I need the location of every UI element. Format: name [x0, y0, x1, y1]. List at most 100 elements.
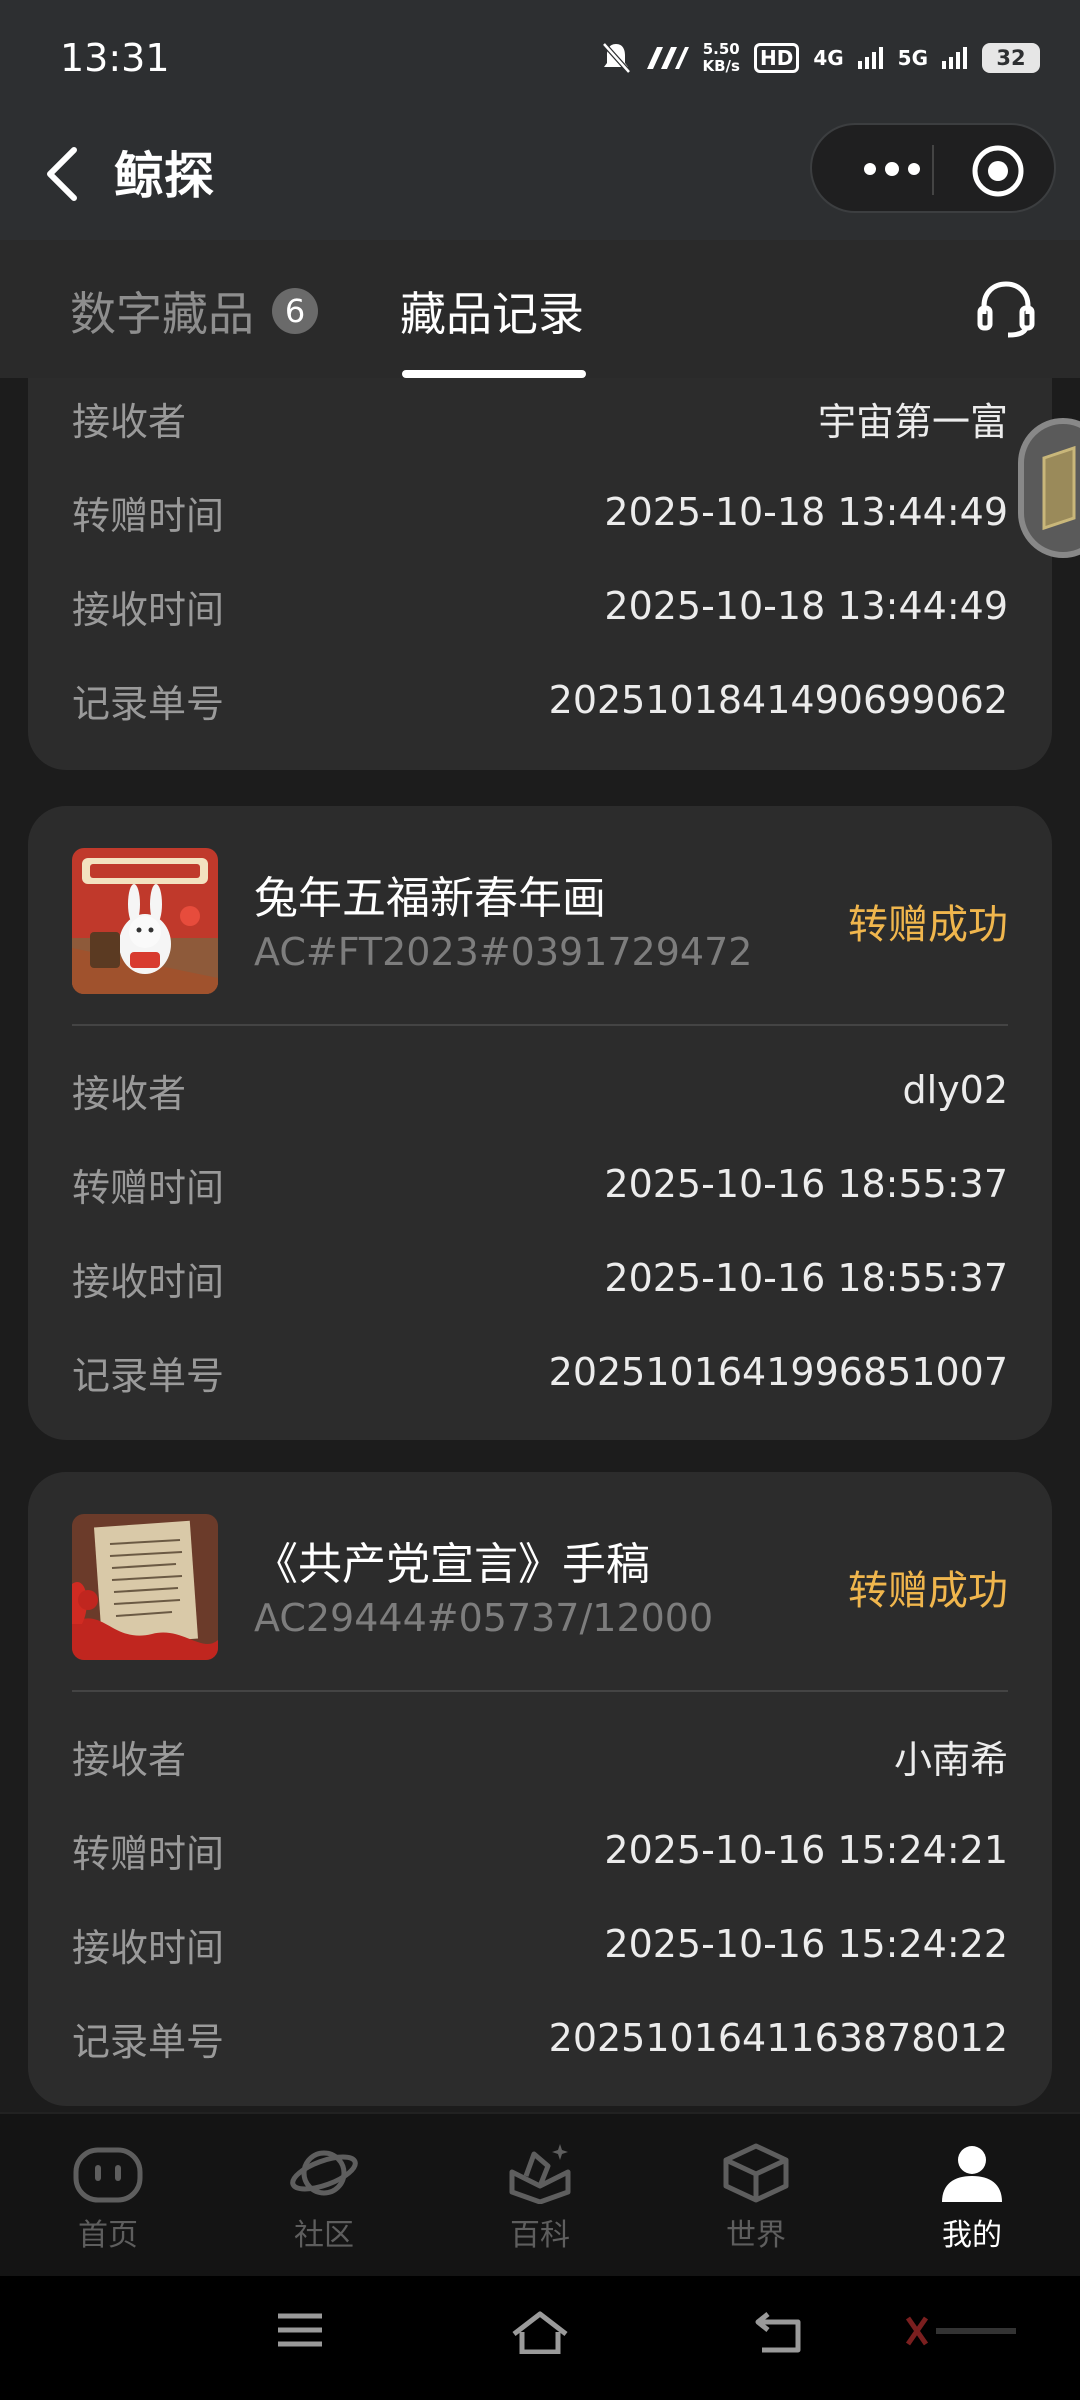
receive-time-row: 接收时间 2025-10-18 13:44:49 [72, 576, 1008, 636]
system-nav-bar [0, 2276, 1080, 2400]
floating-side-button[interactable] [1018, 418, 1080, 558]
row-value: 2025-10-18 13:44:49 [604, 490, 1008, 534]
tab-profile-label: 我的 [942, 2218, 1002, 2253]
mini-program-capsule [810, 123, 1056, 213]
tab-digital-collections-label: 数字藏品 [70, 287, 254, 341]
collection-thumbnail [72, 1514, 218, 1660]
transfer-status: 转赠成功 [848, 1568, 1008, 1614]
bottom-tab-bar: 首页 社区 百科 世界 我的 [0, 2112, 1080, 2276]
back-icon[interactable] [754, 2310, 804, 2354]
tab-encyclopedia[interactable]: 百科 [470, 2142, 610, 2254]
close-target-icon[interactable] [970, 143, 1026, 199]
row-key: 接收时间 [72, 1925, 225, 1970]
book-sparkle-icon [509, 2144, 571, 2204]
gift-time-row: 转赠时间 2025-10-18 13:44:49 [72, 482, 1008, 542]
customer-service-icon[interactable] [976, 280, 1036, 338]
tab-profile[interactable]: 我的 [902, 2142, 1042, 2254]
row-value: 2025-10-16 18:55:37 [604, 1162, 1008, 1206]
row-key: 接收者 [72, 399, 187, 444]
row-value: 2025101641996851007 [548, 1350, 1008, 1394]
row-key: 记录单号 [72, 1353, 225, 1398]
network-5g-icon: 5G [897, 46, 928, 70]
row-key: 转赠时间 [72, 1165, 225, 1210]
row-key: 接收时间 [72, 1259, 225, 1304]
tab-digital-collections[interactable]: 数字藏品 6 [70, 278, 318, 344]
home-icon[interactable] [510, 2310, 570, 2354]
row-key: 接收者 [72, 1737, 187, 1782]
divider [72, 1024, 1008, 1026]
record-number-row: 记录单号 2025101841490699062 [72, 670, 1008, 730]
receiver-row: 接收者 宇宙第一富 [72, 388, 1008, 448]
active-tab-indicator [402, 370, 586, 378]
network-speed: 5.50 KB/s [703, 41, 740, 75]
row-value: 宇宙第一富 [817, 399, 1008, 444]
tab-community[interactable]: 社区 [254, 2142, 394, 2254]
rabbit-new-year-picture [72, 848, 218, 994]
records-list[interactable]: 接收者 宇宙第一富 转赠时间 2025-10-18 13:44:49 接收时间 … [0, 378, 1080, 2112]
receive-time-row: 接收时间 2025-10-16 18:55:37 [72, 1248, 1008, 1308]
collection-name: 《共产党宣言》手稿 [254, 1539, 650, 1590]
tab-world[interactable]: 世界 [686, 2142, 826, 2254]
tabs-bar: 数字藏品 6 藏品记录 [0, 240, 1080, 378]
collection-header: 兔年五福新春年画 AC#FT2023#0391729472 转赠成功 [72, 848, 1008, 994]
record-card[interactable]: 兔年五福新春年画 AC#FT2023#0391729472 转赠成功 接收者 d… [28, 806, 1052, 1440]
signal-icon [857, 47, 883, 69]
watermark-logo-icon [905, 2316, 1016, 2346]
gift-time-row: 转赠时间 2025-10-16 15:24:21 [72, 1820, 1008, 1880]
row-value: 2025-10-16 15:24:21 [604, 1828, 1008, 1872]
status-bar: 13:31 5.50 KB/s HD 4G 5G 32 [0, 0, 1080, 118]
speed-value: 5.50 [702, 40, 740, 58]
divider [72, 1690, 1008, 1692]
back-arrow-icon[interactable] [38, 142, 88, 206]
row-value: 2025-10-18 13:44:49 [604, 584, 1008, 628]
collection-code: AC29444#05737/12000 [254, 1596, 714, 1640]
row-key: 转赠时间 [72, 1831, 225, 1876]
receive-time-row: 接收时间 2025-10-16 15:24:22 [72, 1914, 1008, 1974]
row-key: 记录单号 [72, 2019, 225, 2064]
collection-header: 《共产党宣言》手稿 AC29444#05737/12000 转赠成功 [72, 1514, 1008, 1660]
row-key: 记录单号 [72, 681, 225, 726]
network-4g-icon: 4G [813, 46, 844, 70]
status-time: 13:31 [60, 36, 170, 80]
row-value: 2025101841490699062 [548, 678, 1008, 722]
row-value: 2025101641163878012 [548, 2016, 1008, 2060]
row-key: 接收者 [72, 1071, 187, 1116]
person-icon [942, 2146, 1002, 2202]
record-number-row: 记录单号 2025101641996851007 [72, 1342, 1008, 1402]
nav-bar: 鲸探 [0, 118, 1080, 240]
record-number-row: 记录单号 2025101641163878012 [72, 2008, 1008, 2068]
collection-thumbnail [72, 848, 218, 994]
cube-icon [723, 2143, 789, 2203]
floating-logo-icon [1042, 445, 1076, 531]
row-value: dly02 [902, 1068, 1008, 1112]
mute-bell-icon [601, 42, 631, 74]
planet-icon [290, 2150, 358, 2196]
nfc-icon [646, 47, 689, 69]
record-card[interactable]: 《共产党宣言》手稿 AC29444#05737/12000 转赠成功 接收者 小… [28, 1472, 1052, 2106]
row-value: 2025-10-16 15:24:22 [604, 1922, 1008, 1966]
row-key: 转赠时间 [72, 493, 225, 538]
status-icons: 5.50 KB/s HD 4G 5G 32 [601, 38, 1040, 78]
menu-icon[interactable] [276, 2310, 324, 2350]
collection-count-badge: 6 [272, 288, 318, 334]
row-value: 小南希 [893, 1737, 1008, 1782]
tab-world-label: 世界 [726, 2218, 786, 2253]
collection-code: AC#FT2023#0391729472 [254, 930, 753, 974]
capsule-divider [932, 145, 934, 195]
tab-community-label: 社区 [294, 2218, 354, 2253]
receiver-row: 接收者 dly02 [72, 1060, 1008, 1120]
collection-name: 兔年五福新春年画 [254, 873, 606, 924]
speed-unit: KB/s [702, 57, 740, 75]
signal-icon-2 [942, 47, 967, 69]
record-card: 接收者 宇宙第一富 转赠时间 2025-10-18 13:44:49 接收时间 … [28, 378, 1052, 770]
tab-home[interactable]: 首页 [38, 2142, 178, 2254]
tab-encyclopedia-label: 百科 [510, 2218, 570, 2253]
row-value: 2025-10-16 18:55:37 [604, 1256, 1008, 1300]
battery-indicator: 32 [982, 43, 1040, 73]
hd-voice-badge: HD [753, 43, 800, 73]
gift-time-row: 转赠时间 2025-10-16 18:55:37 [72, 1154, 1008, 1214]
more-options-icon[interactable] [852, 149, 932, 189]
receiver-row: 接收者 小南希 [72, 1726, 1008, 1786]
transfer-status: 转赠成功 [848, 902, 1008, 948]
tab-collection-records[interactable]: 藏品记录 [400, 278, 584, 344]
